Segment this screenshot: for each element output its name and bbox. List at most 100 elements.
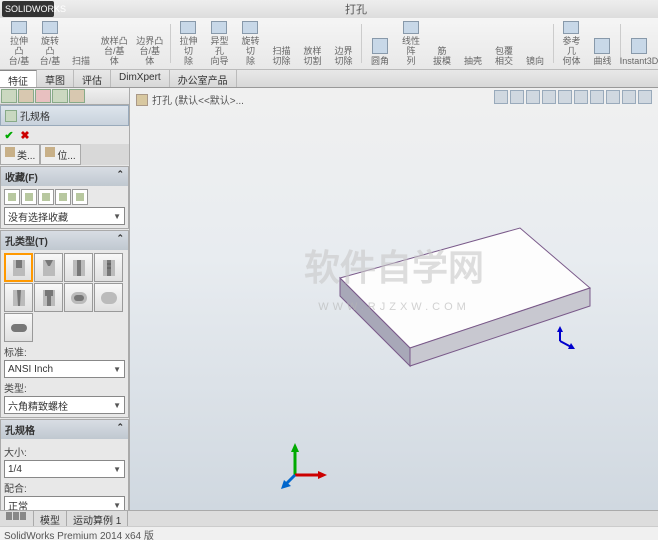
bottom-tabs: 模型 运动算例 1 bbox=[0, 510, 658, 526]
section-view-icon[interactable] bbox=[542, 90, 556, 104]
prev-view-icon[interactable] bbox=[526, 90, 540, 104]
tab-evaluate[interactable]: 评估 bbox=[74, 70, 111, 87]
ribbon-hole-wizard[interactable]: 异型孔向导 bbox=[204, 20, 234, 67]
subtab-position[interactable]: 位... bbox=[40, 144, 80, 165]
holetype-slot[interactable] bbox=[4, 313, 33, 342]
ribbon-toolbar: 拉伸凸台/基 旋转凸台/基 扫描 放样凸台/基体 边界凸台/基体 拉伸切除 异型… bbox=[0, 18, 658, 70]
chevron-down-icon: ▼ bbox=[113, 401, 121, 410]
view-triad-icon bbox=[280, 440, 330, 490]
view-settings-icon[interactable] bbox=[638, 90, 652, 104]
tab-sketch[interactable]: 草图 bbox=[37, 70, 74, 87]
pm-tab-dimxpert-icon[interactable] bbox=[52, 89, 68, 103]
extrude-cut-icon bbox=[180, 21, 196, 34]
hole-icon bbox=[211, 21, 227, 34]
origin-triad-icon bbox=[545, 326, 575, 356]
size-dropdown[interactable]: 1/4▼ bbox=[4, 460, 125, 478]
zoom-fit-icon[interactable] bbox=[494, 90, 508, 104]
ribbon-mirror[interactable]: 镜向 bbox=[520, 20, 550, 67]
ribbon-wrap[interactable]: 包覆相交 bbox=[489, 20, 519, 67]
type-dropdown[interactable]: 六角精致螺栓▼ bbox=[4, 396, 125, 414]
instant3d-icon bbox=[631, 38, 647, 54]
zoom-area-icon[interactable] bbox=[510, 90, 524, 104]
curves-icon bbox=[594, 38, 610, 54]
ribbon-sweep[interactable]: 扫描 bbox=[66, 20, 96, 67]
fav-apply-icon[interactable] bbox=[4, 189, 20, 205]
pm-tab-feature-tree-icon[interactable] bbox=[1, 89, 17, 103]
fit-label: 配合: bbox=[4, 480, 125, 495]
chevron-down-icon: ▼ bbox=[113, 365, 121, 374]
hide-show-icon[interactable] bbox=[590, 90, 604, 104]
chevron-up-icon: ⌃ bbox=[116, 233, 124, 248]
ribbon-extrude-cut[interactable]: 拉伸切除 bbox=[173, 20, 203, 67]
pm-tab-display-icon[interactable] bbox=[69, 89, 85, 103]
favorites-dropdown[interactable]: 没有选择收藏▼ bbox=[4, 207, 125, 225]
tab-features[interactable]: 特征 bbox=[0, 70, 37, 87]
btab-nav[interactable] bbox=[0, 511, 34, 526]
ribbon-linear-pattern[interactable]: 线性阵列 bbox=[396, 20, 426, 67]
holetype-counterbore[interactable] bbox=[4, 253, 33, 282]
appearance-icon[interactable] bbox=[606, 90, 620, 104]
tab-dimxpert[interactable]: DimXpert bbox=[111, 70, 170, 87]
standard-dropdown[interactable]: ANSI Inch▼ bbox=[4, 360, 125, 378]
chevron-down-icon: ▼ bbox=[113, 501, 121, 510]
hole-spec-icon bbox=[5, 110, 17, 122]
ok-button[interactable]: ✔ bbox=[2, 128, 16, 142]
holetype-slot-cb[interactable] bbox=[64, 283, 93, 312]
pm-tab-property-icon[interactable] bbox=[18, 89, 34, 103]
fillet-icon bbox=[372, 38, 388, 54]
fav-load-icon[interactable] bbox=[72, 189, 88, 205]
section-spec-header[interactable]: 孔规格⌃ bbox=[1, 420, 128, 439]
chevron-up-icon: ⌃ bbox=[116, 169, 124, 184]
size-label: 大小: bbox=[4, 444, 125, 459]
ribbon-shell[interactable]: 抽壳 bbox=[458, 20, 488, 67]
chevron-up-icon: ⌃ bbox=[116, 422, 124, 437]
display-style-icon[interactable] bbox=[574, 90, 588, 104]
fav-save-icon[interactable] bbox=[55, 189, 71, 205]
section-favorites-header[interactable]: 收藏(F)⌃ bbox=[1, 167, 128, 186]
fit-dropdown[interactable]: 正常▼ bbox=[4, 496, 125, 510]
ribbon-fillet[interactable]: 圆角 bbox=[365, 20, 395, 67]
section-holetype-header[interactable]: 孔类型(T)⌃ bbox=[1, 231, 128, 250]
ribbon-sweep-cut[interactable]: 扫描切除 bbox=[266, 20, 296, 67]
ribbon-boundary[interactable]: 边界凸台/基体 bbox=[132, 20, 166, 67]
ribbon-loft[interactable]: 放样凸台/基体 bbox=[97, 20, 131, 67]
pm-tab-config-icon[interactable] bbox=[35, 89, 51, 103]
position-tab-icon bbox=[45, 147, 55, 157]
holetype-hole[interactable] bbox=[64, 253, 93, 282]
btab-motion[interactable]: 运动算例 1 bbox=[67, 511, 128, 526]
3d-viewport[interactable]: 打孔 (默认<<默认>... 软件自学网 WWW.RJZXW.COM bbox=[130, 88, 658, 510]
ribbon-curves[interactable]: 曲线 bbox=[587, 20, 617, 67]
ribbon-loft-cut[interactable]: 放样切割 bbox=[297, 20, 327, 67]
subtab-type[interactable]: 类... bbox=[0, 144, 40, 165]
revolve-cut-icon bbox=[242, 21, 258, 34]
app-logo: SOLIDWORKS bbox=[2, 1, 54, 17]
holetype-tap[interactable] bbox=[94, 253, 123, 282]
cancel-button[interactable]: ✖ bbox=[18, 128, 32, 142]
holetype-slot-cs[interactable] bbox=[94, 283, 123, 312]
command-tabs: 特征 草图 评估 DimXpert 办公室产品 bbox=[0, 70, 658, 88]
part-icon bbox=[136, 94, 148, 106]
view-orient-icon[interactable] bbox=[558, 90, 572, 104]
type-tab-icon bbox=[5, 147, 15, 157]
standard-label: 标准: bbox=[4, 344, 125, 359]
holetype-countersink[interactable] bbox=[34, 253, 63, 282]
holetype-legacy[interactable] bbox=[34, 283, 63, 312]
btab-model[interactable]: 模型 bbox=[34, 511, 67, 526]
ribbon-instant3d[interactable]: Instant3D bbox=[624, 20, 654, 67]
chevron-down-icon: ▼ bbox=[113, 465, 121, 474]
type-label: 类型: bbox=[4, 380, 125, 395]
ribbon-revolve-cut[interactable]: 旋转切除 bbox=[235, 20, 265, 67]
refgeom-icon bbox=[563, 21, 579, 34]
ribbon-extrude-boss[interactable]: 拉伸凸台/基 bbox=[4, 20, 34, 67]
ribbon-revolve-boss[interactable]: 旋转凸台/基 bbox=[35, 20, 65, 67]
ribbon-rib[interactable]: 筋拔模 bbox=[427, 20, 457, 67]
ribbon-ref-geom[interactable]: 参考几何体 bbox=[556, 20, 586, 67]
ribbon-boundary-cut[interactable]: 边界切除 bbox=[328, 20, 358, 67]
fav-add-icon[interactable] bbox=[21, 189, 37, 205]
property-manager: 孔规格 ✔ ✖ 类... 位... 收藏(F)⌃ 没有选择收藏▼ bbox=[0, 88, 130, 510]
tab-office[interactable]: 办公室产品 bbox=[170, 70, 237, 87]
fav-delete-icon[interactable] bbox=[38, 189, 54, 205]
holetype-pipetap[interactable] bbox=[4, 283, 33, 312]
scene-icon[interactable] bbox=[622, 90, 636, 104]
pattern-icon bbox=[403, 21, 419, 34]
